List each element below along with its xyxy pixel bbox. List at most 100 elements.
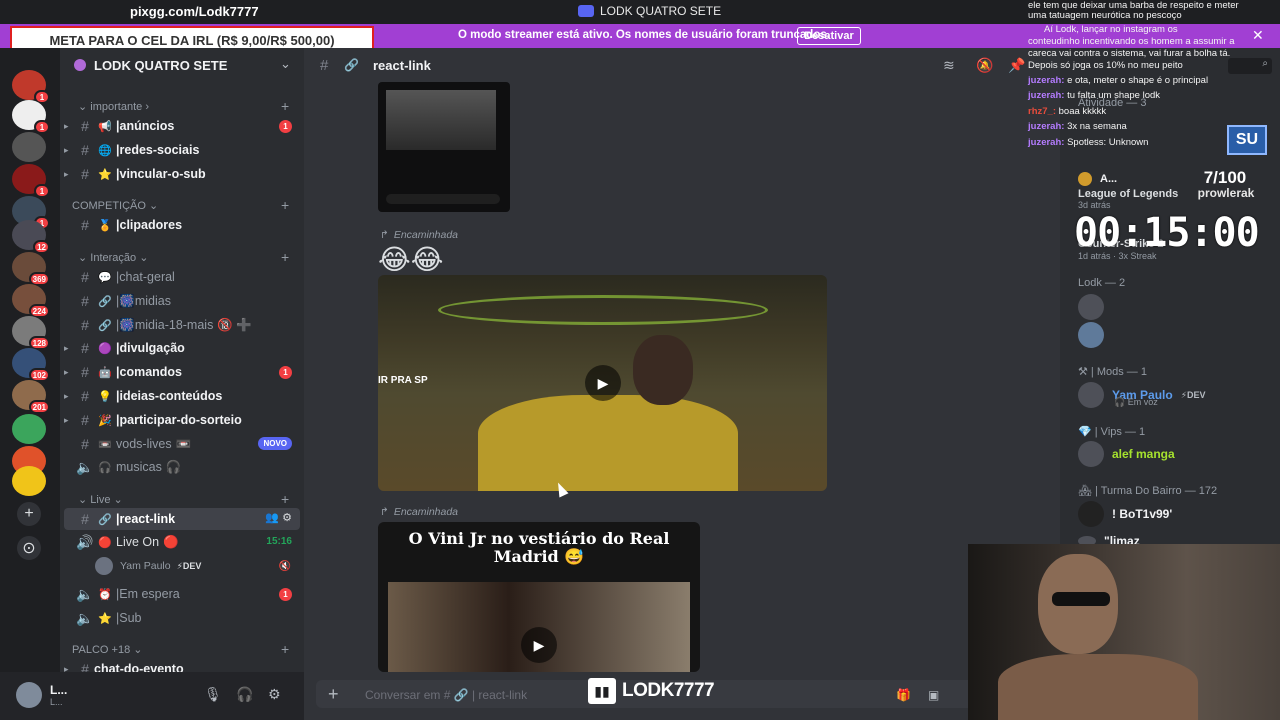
member-row[interactable] xyxy=(1078,322,1104,348)
video-caption: IR PRA SP xyxy=(378,375,428,386)
challenge-name: prowlerak xyxy=(1197,186,1255,200)
server-icon[interactable] xyxy=(12,414,46,444)
channel-emoji: ⏰ xyxy=(98,588,112,601)
forwarded-label: ↱ Encaminhada xyxy=(380,229,458,241)
server-icon[interactable] xyxy=(12,132,46,162)
server-icon[interactable]: 369 xyxy=(12,252,50,286)
mute-icon[interactable]: 🔕 xyxy=(976,57,993,74)
server-icon[interactable]: 1 xyxy=(12,70,50,104)
channel-emoji: 🌐 xyxy=(98,144,112,157)
member-row[interactable] xyxy=(1078,294,1104,320)
channel-clipadores[interactable]: # 🏅 | clipadores xyxy=(64,214,300,236)
unread-badge: 1 xyxy=(279,366,292,379)
disable-streamer-mode-button[interactable]: Desativar xyxy=(797,27,861,45)
channel-emoji: 🔴 xyxy=(98,536,112,549)
voice-channel-sub[interactable]: 🔈 ⭐ | Sub xyxy=(64,607,300,629)
avatar[interactable] xyxy=(16,682,42,708)
user-name[interactable]: L... xyxy=(50,683,67,697)
speaker-icon: 🔈 xyxy=(76,458,94,475)
add-channel-icon[interactable]: + xyxy=(281,98,289,114)
comment-bar xyxy=(386,194,500,204)
play-icon[interactable]: ▶ xyxy=(585,365,621,401)
add-channel-icon[interactable]: + xyxy=(281,197,289,213)
add-server-icon[interactable]: + xyxy=(17,502,41,526)
unread-badge: 1 xyxy=(279,588,292,601)
chat-line: Depois só joga os 10% no meu peito xyxy=(1028,60,1183,71)
activity-item[interactable]: A... xyxy=(1078,172,1117,186)
category-palco[interactable]: PALCO +18 ⌄ xyxy=(72,643,142,656)
server-icon[interactable]: 201 xyxy=(12,380,50,414)
server-icon[interactable]: 102 xyxy=(12,348,50,382)
activity-game: League of Legends xyxy=(1078,188,1179,200)
channel-label: vods-lives xyxy=(116,437,172,451)
gif-icon[interactable]: ▣ xyxy=(928,688,939,702)
channel-label: Sub xyxy=(119,611,142,625)
channel-react-link[interactable]: # 🔗 | react-link 👥 ⚙ xyxy=(64,508,300,530)
screenshot-photo xyxy=(386,90,496,150)
settings-icon[interactable]: 👥 ⚙ xyxy=(265,511,292,524)
server-icon[interactable]: 1 xyxy=(12,164,50,198)
category-live[interactable]: ⌄ Live ⌄ xyxy=(78,493,123,506)
channel-midias[interactable]: # 🔗 | 🎆 midias xyxy=(64,290,300,312)
channel-comandos[interactable]: ▸ # 🤖 | comandos 1 xyxy=(64,361,300,383)
headphones-icon[interactable]: 🎧 xyxy=(236,686,253,703)
pin-icon[interactable]: 📌 xyxy=(1008,57,1025,74)
channel-redes-sociais[interactable]: ▸ # 🌐 | redes-sociais xyxy=(64,139,300,161)
voice-timer: 15:16 xyxy=(266,536,292,547)
voice-channel-em-espera[interactable]: 🔈 ⏰ | Em espera 1 xyxy=(64,583,300,605)
server-icon[interactable]: 1 xyxy=(12,100,50,134)
add-attachment-icon[interactable]: + xyxy=(328,684,339,705)
category-competicao[interactable]: COMPETIÇÃO ⌄ xyxy=(72,199,158,212)
threads-icon[interactable]: ≋ xyxy=(943,57,955,74)
channel-label: ideias-conteúdos xyxy=(119,389,223,403)
streamer-mode-message: O modo streamer está ativo. Os nomes de … xyxy=(458,29,830,41)
channel-vincular-o-sub[interactable]: ▸ # ⭐ | vincular-o-sub xyxy=(64,163,300,185)
unread-badge: 1 xyxy=(279,120,292,133)
user-status: L... xyxy=(50,697,63,707)
avatar xyxy=(1078,441,1104,467)
emoji-message: 😂😂 xyxy=(378,244,444,275)
speaker-icon: 🔊 xyxy=(76,533,94,550)
channel-chat-geral[interactable]: # 💬 | chat-geral xyxy=(64,266,300,288)
server-icon[interactable]: 224 xyxy=(12,284,50,318)
gear-icon[interactable]: ⚙ xyxy=(268,686,281,703)
video-embed[interactable]: O Vini Jr no vestiário do Real Madrid 😅 … xyxy=(378,522,700,672)
category-importante[interactable]: ⌄ importante › xyxy=(78,100,149,113)
voice-channel-live-on[interactable]: 🔊 🔴 Live On 🔴 15:16 xyxy=(64,531,300,553)
member-row[interactable]: alef manga xyxy=(1078,441,1175,467)
channel-emoji: 🟣 xyxy=(98,342,112,355)
add-channel-icon[interactable]: + xyxy=(281,641,289,657)
category-interacao[interactable]: ⌄ Interação ⌄ xyxy=(78,251,148,264)
channel-anuncios[interactable]: ▸ # 📢 | anúncios 1 xyxy=(64,115,300,137)
twitch-name: LODK7777 xyxy=(622,680,715,701)
tiktok-screenshot[interactable] xyxy=(378,82,510,212)
channel-label: midias xyxy=(134,294,171,308)
chevron-down-icon[interactable]: ⌄ xyxy=(280,56,291,72)
voice-user[interactable]: Yam Paulo ⚡DEV 🔇 xyxy=(95,557,291,575)
chat-line: conteudinho incentivando os homem a assu… xyxy=(1028,36,1235,47)
avatar xyxy=(1078,501,1104,527)
video-embed[interactable]: IR PRA SP ▶ xyxy=(378,275,827,491)
channel-vods-lives[interactable]: # 📼 vods-lives 📼 NOVO xyxy=(64,433,300,455)
discover-icon[interactable]: ⊙ xyxy=(17,536,41,560)
add-channel-icon[interactable]: + xyxy=(281,491,289,507)
channel-label: Live On xyxy=(116,535,160,549)
channel-divulgacao[interactable]: ▸ # 🟣 | divulgação xyxy=(64,337,300,359)
channel-musicas[interactable]: 🔈 🎧 musicas 🎧 xyxy=(64,456,300,478)
gift-icon[interactable]: 🎁 xyxy=(896,688,911,702)
message-input[interactable]: Conversar em # 🔗 | react-link xyxy=(365,688,527,702)
server-icon[interactable]: 128 xyxy=(12,316,50,350)
channel-participar-do-sorteio[interactable]: ▸ # 🎉 | participar-do-sorteio xyxy=(64,409,300,431)
server-icon[interactable] xyxy=(12,466,46,496)
server-icon[interactable]: 12 xyxy=(12,220,50,254)
chat-line: juzerah: e ota, meter o shape é o princi… xyxy=(1028,75,1209,86)
server-name[interactable]: LODK QUATRO SETE xyxy=(94,58,227,73)
add-channel-icon[interactable]: + xyxy=(281,249,289,265)
ceiling-lights xyxy=(438,295,768,325)
microphone-icon[interactable]: 🎙 xyxy=(204,686,222,703)
member-row[interactable]: ! BoT1v99' xyxy=(1078,501,1172,527)
channel-midia-18-mais[interactable]: # 🔗 | 🎆 midia-18-mais 🔞 ➕ xyxy=(64,314,300,336)
channel-label: chat-geral xyxy=(119,270,175,284)
channel-ideias-conteudos[interactable]: ▸ # 💡 | ideias-conteúdos xyxy=(64,385,300,407)
play-icon[interactable]: ▶ xyxy=(521,627,557,663)
